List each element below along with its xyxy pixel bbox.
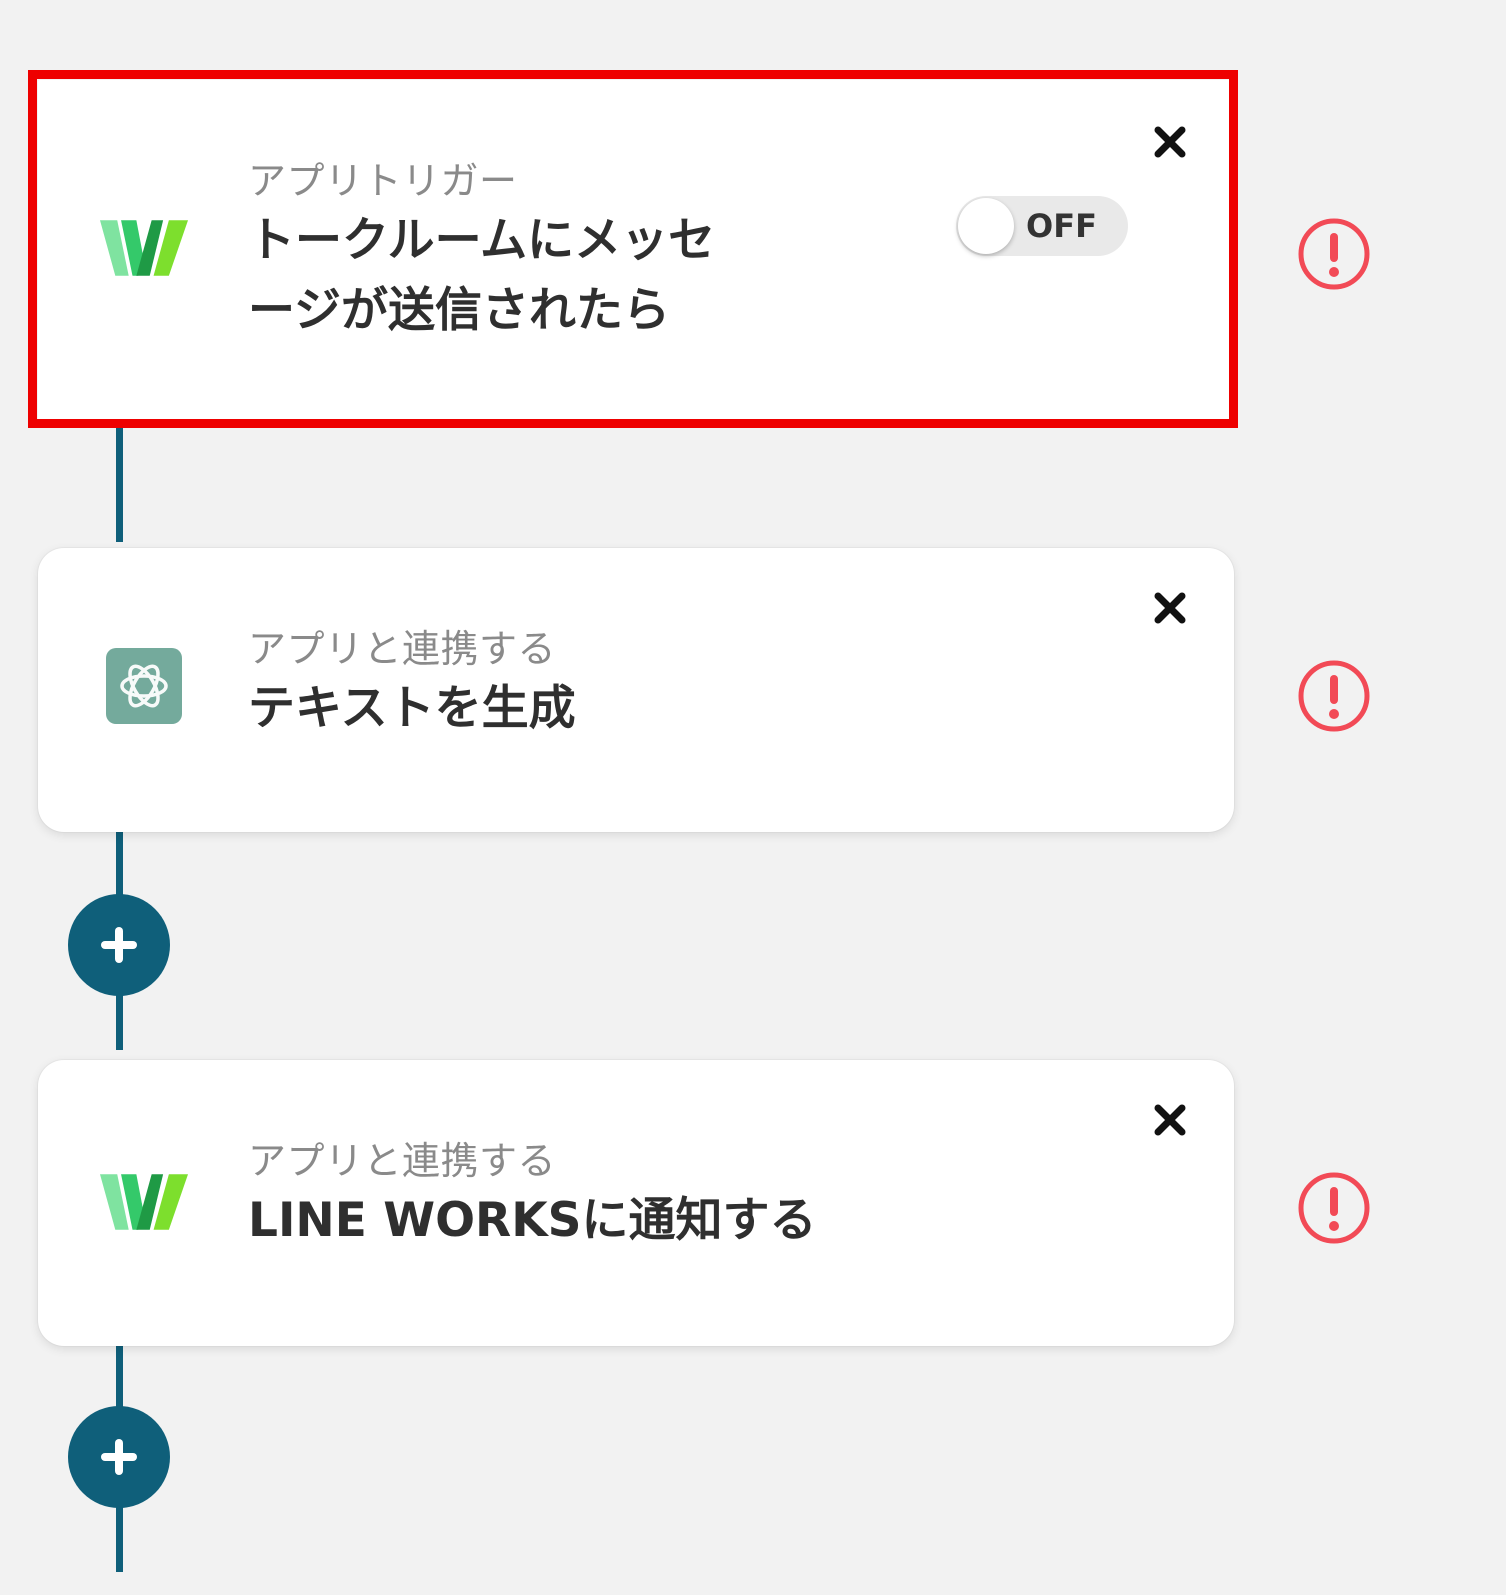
- warning-icon[interactable]: [1296, 216, 1372, 292]
- warning-icon[interactable]: [1296, 658, 1372, 734]
- trigger-toggle[interactable]: OFF: [956, 196, 1128, 256]
- line-works-icon: [100, 204, 188, 292]
- toggle-knob: [958, 198, 1014, 254]
- warning-icon[interactable]: [1296, 1170, 1372, 1246]
- plus-icon: [101, 1439, 137, 1475]
- add-step-button[interactable]: [68, 894, 170, 996]
- workflow-canvas: アプリトリガー トークルームにメッセ ージが送信されたら OFF アプリと連携す…: [0, 0, 1506, 1595]
- line-works-icon: [100, 1158, 188, 1246]
- step-title-line1: トークルームにメッセ: [248, 213, 716, 268]
- close-icon[interactable]: [1150, 122, 1190, 162]
- toggle-label: OFF: [1026, 207, 1097, 245]
- step-title-line2: ージが送信されたら: [248, 283, 671, 338]
- step-type-label: アプリと連携する: [248, 627, 557, 671]
- step-type-label: アプリトリガー: [248, 159, 518, 203]
- close-icon[interactable]: [1150, 1100, 1190, 1140]
- trigger-step-card[interactable]: アプリトリガー トークルームにメッセ ージが送信されたら OFF: [38, 80, 1234, 420]
- action-step-card[interactable]: アプリと連携する LINE WORKSに通知する: [38, 1060, 1234, 1346]
- add-step-button[interactable]: [68, 1406, 170, 1508]
- plus-icon: [101, 927, 137, 963]
- action-step-card[interactable]: アプリと連携する テキストを生成: [38, 548, 1234, 832]
- chatgpt-icon: [100, 642, 188, 730]
- flow-connector: [116, 420, 123, 542]
- close-icon[interactable]: [1150, 588, 1190, 628]
- step-type-label: アプリと連携する: [248, 1139, 557, 1183]
- step-title: LINE WORKSに通知する: [248, 1193, 817, 1248]
- step-title: テキストを生成: [248, 681, 576, 736]
